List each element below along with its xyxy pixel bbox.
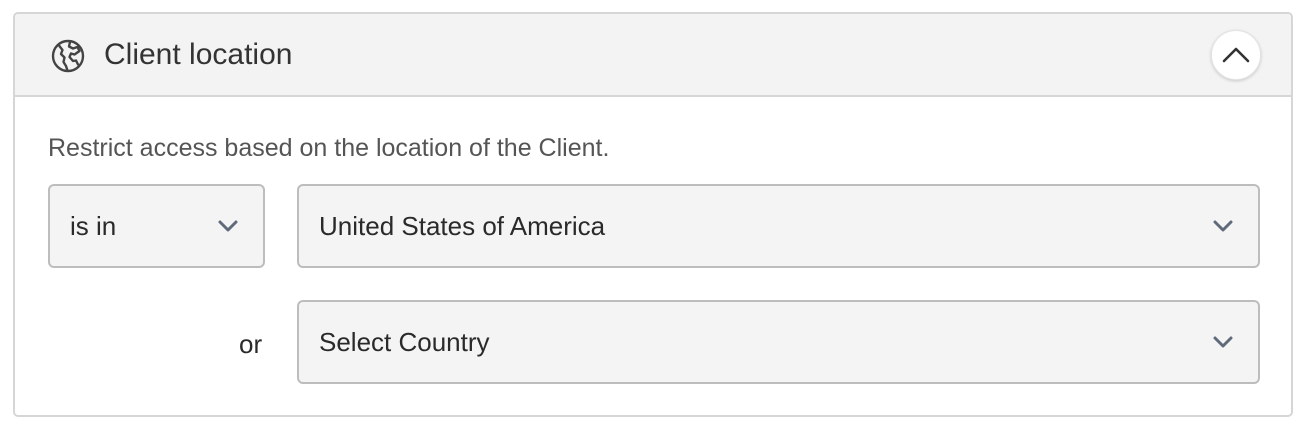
country-select-empty[interactable]: Select Country — [297, 300, 1260, 384]
client-location-panel: Client location Restrict access based on… — [13, 12, 1293, 417]
or-label: or — [239, 329, 263, 359]
panel-title: Client location — [104, 38, 293, 71]
chevron-down-icon — [218, 220, 238, 232]
chevron-down-icon — [1213, 220, 1233, 232]
panel-description: Restrict access based on the location of… — [48, 134, 610, 162]
country-select[interactable]: United States of America — [297, 184, 1260, 268]
chevron-down-icon — [1213, 336, 1233, 348]
operator-select[interactable]: is in — [48, 184, 265, 268]
globe-icon — [50, 38, 86, 74]
collapse-button[interactable] — [1211, 30, 1261, 80]
panel-header[interactable]: Client location — [15, 14, 1291, 97]
country-placeholder: Select Country — [319, 327, 490, 357]
country-value: United States of America — [319, 211, 606, 241]
chevron-up-icon — [1222, 47, 1250, 63]
operator-value: is in — [70, 211, 117, 241]
